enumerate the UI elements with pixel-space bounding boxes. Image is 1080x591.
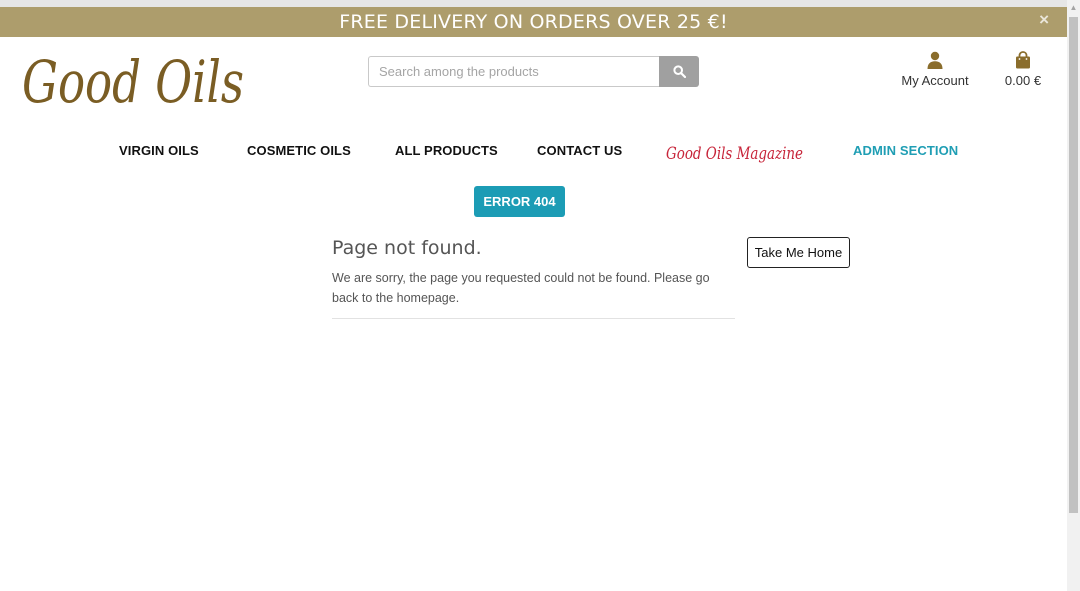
search-icon: [672, 65, 686, 78]
my-account-label: My Account: [901, 73, 969, 88]
user-icon: [927, 51, 943, 69]
top-strip: [0, 0, 1067, 7]
error-message: We are sorry, the page you requested cou…: [332, 271, 710, 305]
my-account-link[interactable]: My Account: [895, 51, 975, 88]
divider: [332, 318, 735, 319]
nav-cosmetic-oils[interactable]: COSMETIC OILS: [247, 143, 351, 158]
nav-all-products[interactable]: ALL PRODUCTS: [395, 143, 498, 158]
promo-banner-text: FREE DELIVERY ON ORDERS OVER 25 €!: [339, 11, 728, 33]
search-input[interactable]: [368, 56, 659, 87]
shopping-bag-icon: [1016, 51, 1030, 69]
site-logo[interactable]: Good Oils: [20, 38, 260, 122]
error-badge: ERROR 404: [474, 186, 565, 217]
magazine-link-text: Good Oils Magazine: [666, 144, 803, 164]
promo-banner: FREE DELIVERY ON ORDERS OVER 25 €! ×: [0, 7, 1067, 37]
nav-admin-section[interactable]: ADMIN SECTION: [853, 143, 958, 158]
logo-text: Good Oils: [22, 48, 244, 116]
scroll-up-arrow-icon[interactable]: ▲: [1067, 0, 1080, 14]
search-button[interactable]: [659, 56, 699, 87]
cart-link[interactable]: 0.00 €: [996, 51, 1050, 88]
nav-virgin-oils[interactable]: VIRGIN OILS: [119, 143, 199, 158]
search-bar: [368, 56, 699, 87]
nav-good-oils-magazine[interactable]: Good Oils Magazine: [666, 138, 806, 168]
take-me-home-button[interactable]: Take Me Home: [747, 237, 850, 268]
close-icon[interactable]: ×: [1039, 10, 1049, 30]
page-title: Page not found.: [332, 237, 482, 259]
cart-total: 0.00 €: [1004, 73, 1042, 88]
nav-contact-us[interactable]: CONTACT US: [537, 143, 622, 158]
scrollbar[interactable]: ▲: [1067, 0, 1080, 591]
scrollbar-thumb[interactable]: [1069, 17, 1078, 513]
